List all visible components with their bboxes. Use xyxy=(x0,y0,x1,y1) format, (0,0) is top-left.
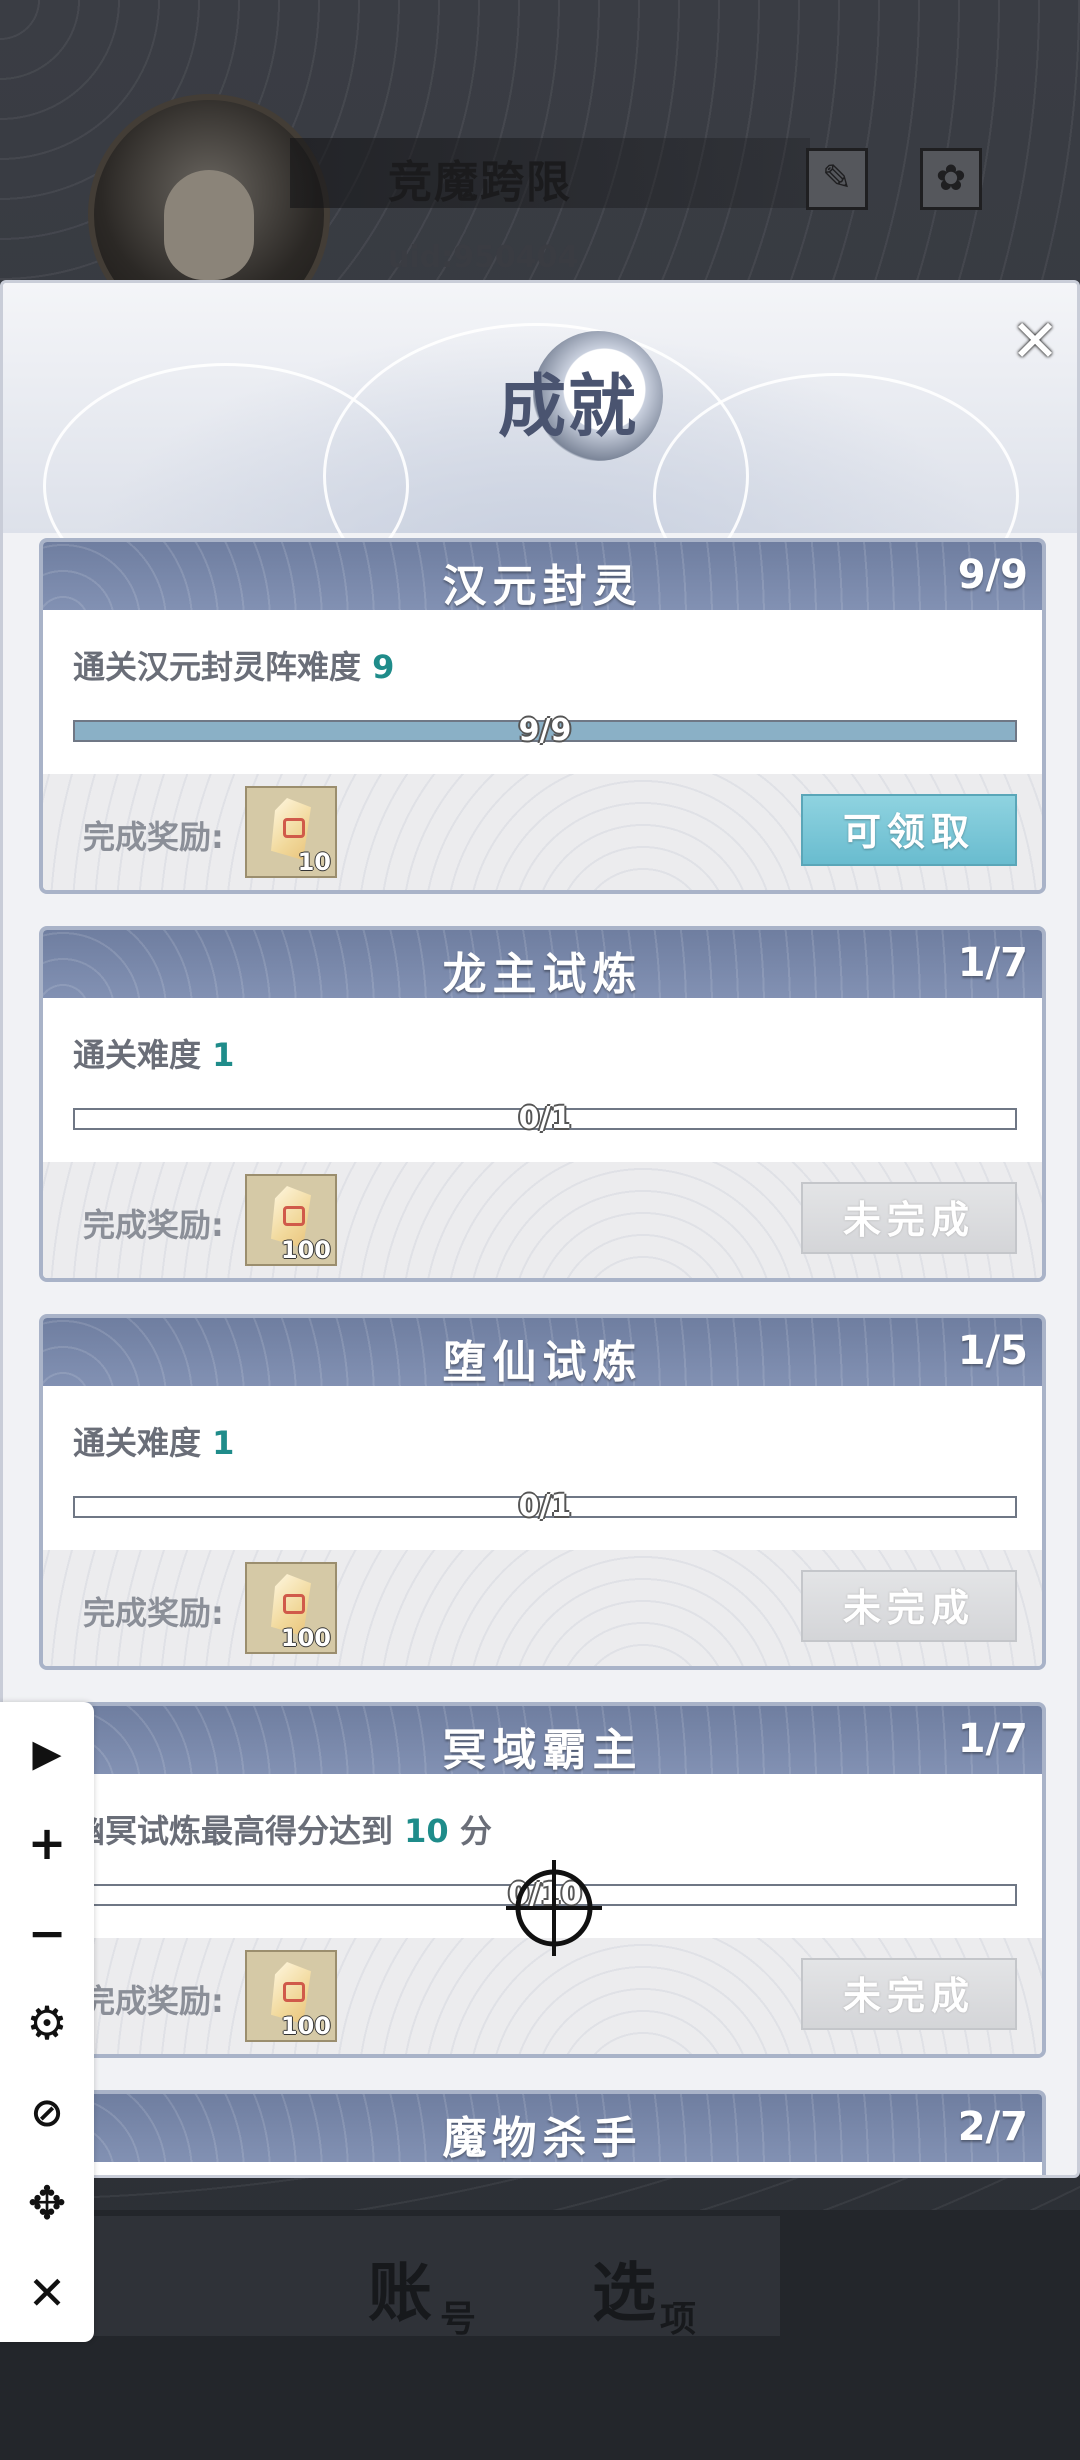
desc-number: 9 xyxy=(372,648,395,686)
incomplete-button[interactable]: 未完成 xyxy=(801,1182,1017,1254)
achievement-card: 龙主试炼 1/7 通关难度 1 0/1 完成奖励: 100 未完成 xyxy=(39,926,1046,1282)
card-header: 堕仙试炼 1/5 xyxy=(43,1318,1042,1388)
progress-bar: 0/1 xyxy=(73,1101,1017,1136)
crystal-mark xyxy=(283,1982,305,2002)
card-count: 1/7 xyxy=(957,940,1028,986)
claim-button[interactable]: 可领取 xyxy=(801,794,1017,866)
card-count: 1/5 xyxy=(957,1328,1028,1374)
reward-label: 完成奖励: xyxy=(83,818,224,856)
modal-header: 成就 ✕ xyxy=(3,283,1077,629)
card-title: 魔物杀手 xyxy=(442,2113,643,2164)
desc-suffix: 分 xyxy=(448,1812,492,1850)
crystal-mark xyxy=(283,1206,305,1226)
tab-options-label: 选 xyxy=(592,2256,656,2331)
progress-text: 0/1 xyxy=(518,1101,572,1136)
close-icon[interactable]: ✕ xyxy=(20,2266,74,2320)
card-description: 通关汉元封灵阵难度 9 xyxy=(73,642,394,688)
reward-quantity: 100 xyxy=(280,1236,331,1264)
reward-row: 完成奖励: 100 未完成 xyxy=(43,1162,1042,1278)
achievement-card: 汉元封灵 9/9 通关汉元封灵阵难度 9 9/9 完成奖励: 10 可领取 xyxy=(39,538,1046,894)
tab-account-sub: 号 xyxy=(440,2298,477,2340)
reward-row: 完成奖励: 100 未完成 xyxy=(43,1550,1042,1666)
crystal-reward-icon[interactable]: 10 xyxy=(245,786,337,878)
crystal-reward-icon[interactable]: 100 xyxy=(245,1174,337,1266)
play-icon[interactable]: ▶ xyxy=(20,1726,74,1780)
desc-number: 1 xyxy=(212,1036,235,1074)
tab-account-label: 账 xyxy=(368,2256,432,2331)
player-uid: uid:950404 xyxy=(388,240,579,275)
crystal-mark xyxy=(283,818,305,838)
card-header: 龙主试炼 1/7 xyxy=(43,930,1042,1000)
card-title: 堕仙试炼 xyxy=(442,1337,643,1388)
progress-text: 0/1 xyxy=(518,1489,572,1524)
side-toolbar: ▶ + − ⚙ ⊘ ✥ ✕ xyxy=(0,1702,94,2342)
desc-text: 通关汉元封灵阵难度 xyxy=(73,648,373,686)
reward-row: 完成奖励: 10 可领取 xyxy=(43,774,1042,890)
tab-options-sub: 项 xyxy=(660,2298,697,2340)
eye-off-icon[interactable]: ⊘ xyxy=(20,2086,74,2140)
card-title: 龙主试炼 xyxy=(442,949,643,1000)
crystal-reward-icon[interactable]: 100 xyxy=(245,1562,337,1654)
card-description: 通关难度 1 xyxy=(73,1418,234,1464)
crystal-mark xyxy=(283,1594,305,1614)
reward-quantity: 100 xyxy=(280,1624,331,1652)
progress-bar: 0/1 xyxy=(73,1489,1017,1524)
brush-icon[interactable]: ✎ xyxy=(806,148,868,210)
card-title: 汉元封灵 xyxy=(442,561,643,612)
reward-quantity: 10 xyxy=(297,848,331,876)
move-icon[interactable]: ✥ xyxy=(20,2176,74,2230)
player-name: 竞魔跨限 xyxy=(388,157,572,208)
progress-text: 9/9 xyxy=(518,713,572,748)
card-count: 1/7 xyxy=(957,1716,1028,1762)
desc-text: 幽冥试炼最高得分达到 xyxy=(73,1812,405,1850)
crosshair-icon xyxy=(506,1860,602,1956)
card-count: 2/7 xyxy=(957,2104,1028,2150)
desc-number: 10 xyxy=(404,1812,449,1850)
desc-text: 通关难度 xyxy=(73,1036,213,1074)
card-description: 通关难度 1 xyxy=(73,1030,234,1076)
reward-label: 完成奖励: xyxy=(83,1594,224,1632)
card-header: 魔物杀手 2/7 xyxy=(43,2094,1042,2164)
card-description: 幽冥试炼最高得分达到 10 分 xyxy=(73,1806,492,1852)
achievement-card: 魔物杀手 2/7 xyxy=(39,2090,1046,2175)
close-icon[interactable]: ✕ xyxy=(1007,312,1063,370)
flower-icon[interactable]: ✿ xyxy=(920,148,982,210)
plus-icon[interactable]: + xyxy=(20,1816,74,1870)
progress-bar: 9/9 xyxy=(73,713,1017,748)
card-count: 9/9 xyxy=(957,552,1028,598)
modal-title: 成就 xyxy=(498,367,639,447)
crystal-reward-icon[interactable]: 100 xyxy=(245,1950,337,2042)
incomplete-button[interactable]: 未完成 xyxy=(801,1958,1017,2030)
reward-quantity: 100 xyxy=(280,2012,331,2040)
incomplete-button[interactable]: 未完成 xyxy=(801,1570,1017,1642)
card-title: 冥域霸主 xyxy=(442,1725,643,1776)
achievement-card: 堕仙试炼 1/5 通关难度 1 0/1 完成奖励: 100 未完成 xyxy=(39,1314,1046,1670)
minus-icon[interactable]: − xyxy=(20,1906,74,1960)
avatar-face xyxy=(164,170,254,280)
reward-label: 完成奖励: xyxy=(83,1982,224,2020)
card-header: 冥域霸主 1/7 xyxy=(43,1706,1042,1776)
card-header: 汉元封灵 9/9 xyxy=(43,542,1042,612)
desc-number: 1 xyxy=(212,1424,235,1462)
reward-label: 完成奖励: xyxy=(83,1206,224,1244)
gear-icon[interactable]: ⚙ xyxy=(20,1996,74,2050)
desc-text: 通关难度 xyxy=(73,1424,213,1462)
